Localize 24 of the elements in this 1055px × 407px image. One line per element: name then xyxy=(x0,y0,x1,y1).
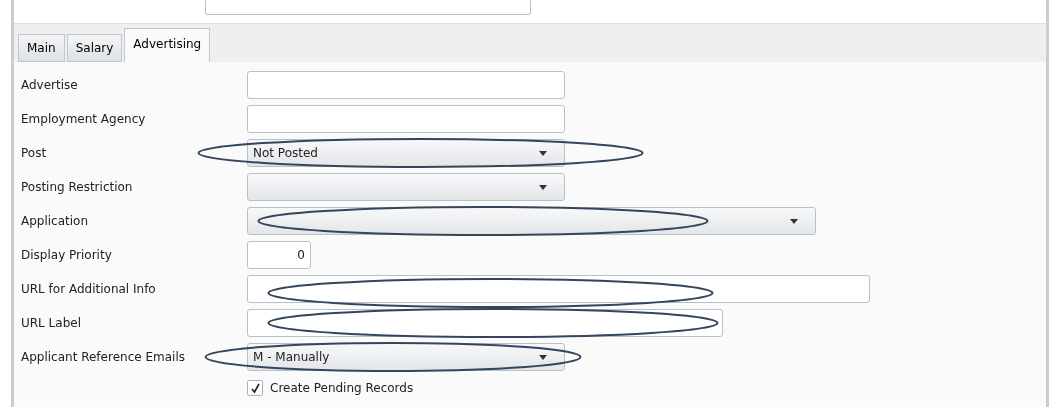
field-label: URL Label xyxy=(21,316,82,330)
tab[interactable]: Advertising xyxy=(124,28,211,62)
caret-icon xyxy=(539,184,547,190)
caret-icon xyxy=(790,218,798,224)
field-label: Posting Restriction xyxy=(21,180,134,194)
field-label: Employment Agency xyxy=(21,112,147,126)
field-label: URL for Additional Info xyxy=(21,282,157,296)
input-field[interactable] xyxy=(205,0,531,15)
caret-icon xyxy=(539,354,547,360)
checkmark-icon xyxy=(249,382,261,394)
dropdown[interactable] xyxy=(247,207,816,235)
input-field[interactable] xyxy=(247,105,565,133)
field-label: Post xyxy=(21,146,48,160)
tab[interactable]: Salary xyxy=(66,34,123,62)
caret-icon xyxy=(539,150,547,156)
checkbox[interactable]: Create Pending Records xyxy=(247,380,414,396)
field-label: Advertise xyxy=(21,78,79,92)
input-field[interactable] xyxy=(247,275,870,303)
input-field[interactable] xyxy=(247,71,565,99)
field-label: Applicant Reference Emails xyxy=(21,350,186,364)
tab[interactable]: Main xyxy=(18,34,65,62)
field-label: Application xyxy=(21,214,90,228)
field-label: Display Priority xyxy=(21,248,113,262)
input-field[interactable]: 0 xyxy=(247,241,311,269)
